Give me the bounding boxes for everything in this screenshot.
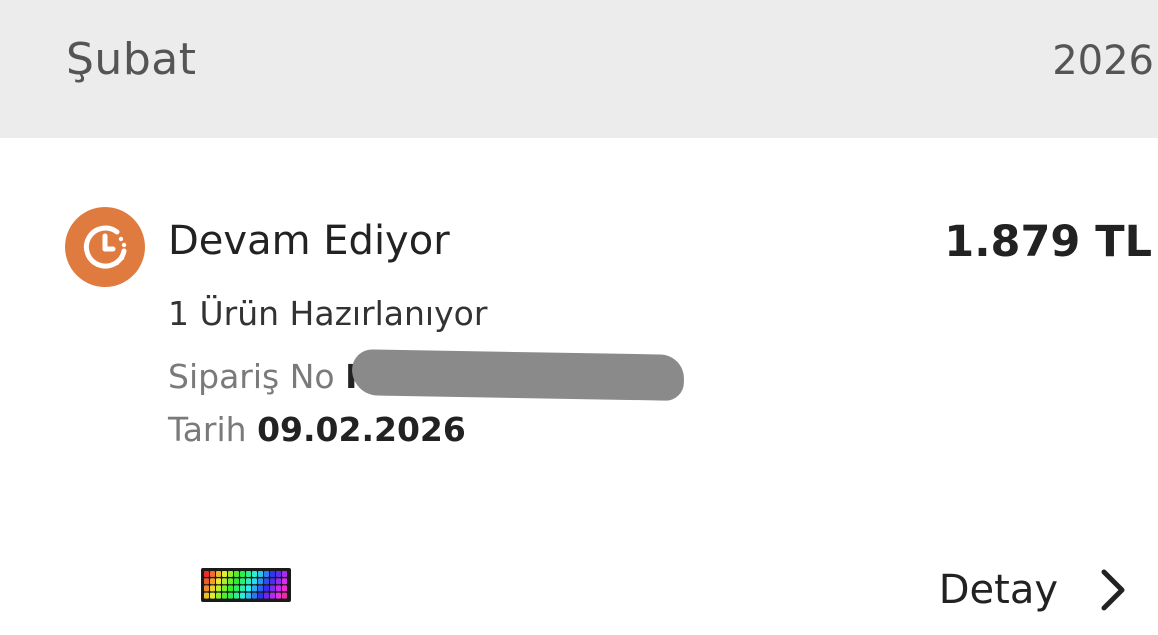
keyboard-key: [204, 571, 209, 577]
keyboard-key: [228, 592, 233, 599]
keyboard-key: [234, 592, 239, 599]
keyboard-key: [252, 585, 257, 592]
keyboard-key: [270, 571, 275, 577]
keyboard-key: [204, 585, 209, 592]
keyboard-key: [282, 592, 287, 599]
keyboard-key: [276, 592, 281, 599]
keyboard-key: [270, 578, 275, 585]
keyboard-key: [282, 585, 287, 592]
keyboard-key: [282, 578, 287, 585]
order-status: Devam Ediyor: [168, 218, 450, 264]
keyboard-key: [210, 578, 215, 585]
keyboard-key: [228, 571, 233, 577]
keyboard-key: [270, 585, 275, 592]
keyboard-key: [210, 571, 215, 577]
keyboard-key: [210, 585, 215, 592]
detail-button[interactable]: Detay: [939, 560, 1128, 620]
order-number-label: Sipariş No: [168, 357, 335, 396]
keyboard-key: [246, 578, 251, 585]
keyboard-key: [228, 585, 233, 592]
keyboard-key: [252, 592, 257, 599]
keyboard-key: [282, 571, 287, 577]
keyboard-key: [240, 571, 245, 577]
keyboard-key: [240, 592, 245, 599]
redaction-mark: [351, 349, 685, 401]
keyboard-key: [228, 578, 233, 585]
keyboard-key: [234, 571, 239, 577]
month-year: 2026: [1052, 38, 1154, 84]
keyboard-key: [258, 578, 263, 585]
month-header: Şubat 2026: [0, 0, 1158, 138]
detail-label: Detay: [938, 567, 1058, 613]
order-date-label: Tarih: [168, 410, 247, 449]
keyboard-key: [204, 592, 209, 599]
keyboard-key: [222, 571, 227, 577]
keyboard-key: [222, 578, 227, 585]
keyboard-key: [252, 571, 257, 577]
keyboard-key: [276, 571, 281, 577]
order-price: 1.879 TL: [944, 217, 1152, 267]
keyboard-key: [258, 592, 263, 599]
keyboard-key: [216, 578, 221, 585]
keyboard-key: [222, 585, 227, 592]
clock-icon: [65, 207, 145, 287]
keyboard-key: [258, 571, 263, 577]
keyboard-key: [216, 571, 221, 577]
product-thumbnail[interactable]: [201, 568, 291, 602]
keyboard-key: [246, 592, 251, 599]
keyboard-key: [216, 592, 221, 599]
keyboard-key: [234, 578, 239, 585]
chevron-right-icon: [1101, 569, 1125, 611]
keyboard-key: [258, 585, 263, 592]
keyboard-key: [216, 585, 221, 592]
keyboard-key: [264, 578, 269, 585]
keyboard-key: [276, 578, 281, 585]
keyboard-key: [264, 585, 269, 592]
keyboard-key: [240, 578, 245, 585]
keyboard-key: [246, 571, 251, 577]
order-date: Tarih 09.02.2026: [168, 410, 466, 449]
keyboard-key: [264, 592, 269, 599]
keyboard-key: [276, 585, 281, 592]
keyboard-key: [204, 578, 209, 585]
keyboard-key: [210, 592, 215, 599]
keyboard-key: [246, 585, 251, 592]
keyboard-key: [240, 585, 245, 592]
month-title: Şubat: [66, 34, 197, 85]
order-date-value: 09.02.2026: [257, 410, 466, 449]
keyboard-key: [270, 592, 275, 599]
keyboard-key: [234, 585, 239, 592]
keyboard-key: [264, 571, 269, 577]
keyboard-key: [252, 578, 257, 585]
keyboard-key: [222, 592, 227, 599]
items-summary: 1 Ürün Hazırlanıyor: [168, 294, 488, 333]
